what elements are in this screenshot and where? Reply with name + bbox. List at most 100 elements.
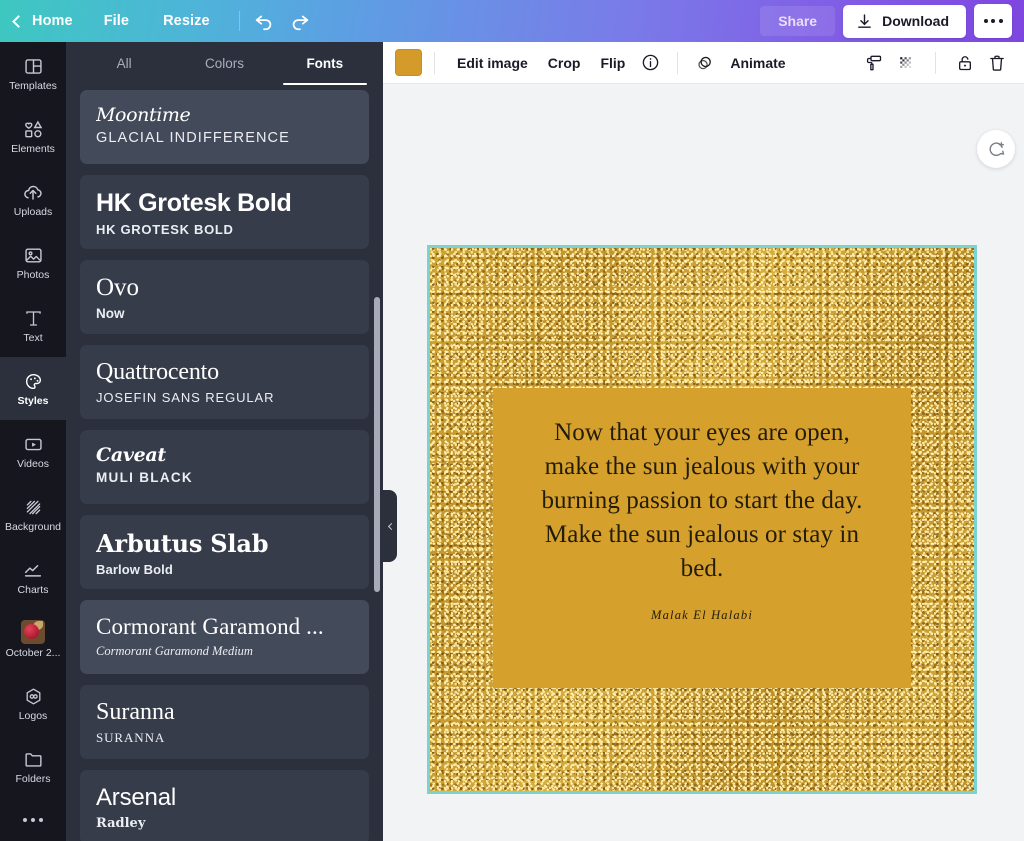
sidebar-item-october-folder[interactable]: October 2... — [0, 609, 66, 672]
artboard[interactable]: Now that your eyes are open, make the su… — [427, 245, 977, 794]
toolbar-divider — [677, 51, 679, 74]
sidebar-item-background[interactable]: Background — [0, 483, 66, 546]
font-card[interactable]: Moontime GLACIAL INDIFFERENCE — [80, 90, 369, 164]
crop-button[interactable]: Crop — [538, 49, 591, 77]
font-card-title: Arbutus Slab — [96, 529, 269, 558]
delete-button[interactable] — [982, 48, 1012, 78]
font-card-subtitle: Cormorant Garamond Medium — [96, 644, 253, 658]
sidebar-item-templates[interactable]: Templates — [0, 42, 66, 105]
header-right-group: Share Download — [760, 4, 1024, 38]
chevron-left-icon — [387, 522, 395, 530]
folders-icon — [23, 748, 44, 770]
ellipsis-dot — [31, 818, 35, 822]
animate-icon — [698, 56, 711, 70]
sidebar-item-text[interactable]: Text — [0, 294, 66, 357]
menu-file[interactable]: File — [87, 0, 146, 42]
add-comment-button[interactable] — [977, 130, 1015, 168]
sidebar-item-label: Styles — [17, 396, 49, 407]
ellipsis-dot — [23, 818, 27, 822]
font-card[interactable]: Cormorant Garamond ... Cormorant Garamon… — [80, 600, 369, 674]
sidebar-item-styles[interactable]: Styles — [0, 357, 66, 420]
font-card[interactable]: Arbutus Slab Barlow Bold — [80, 515, 369, 589]
info-button[interactable] — [635, 48, 665, 78]
left-rail: Templates Elements Uploads Photos Text S… — [0, 42, 66, 841]
sidebar-item-label: Elements — [11, 144, 55, 155]
quote-line: burning passion to start the day. — [541, 487, 863, 514]
menu-resize[interactable]: Resize — [146, 0, 227, 42]
font-card[interactable]: Suranna SURANNA — [80, 685, 369, 759]
trash-icon — [990, 55, 1004, 71]
redo-button[interactable] — [282, 3, 318, 39]
font-card-title: Quattrocento — [96, 359, 219, 385]
ellipsis-icon — [983, 19, 1003, 23]
canva-editor-window: Home File Resize Share Download Template… — [0, 0, 1024, 841]
font-card-title: Suranna — [96, 699, 175, 725]
sidebar-item-label: Background — [4, 522, 62, 533]
download-button[interactable]: Download — [843, 4, 966, 38]
copy-style-button[interactable] — [859, 48, 889, 78]
download-icon — [858, 13, 871, 28]
panel-collapse-handle[interactable] — [383, 490, 397, 562]
quote-line: make the sun jealous with your — [544, 453, 860, 480]
sidebar-item-label: Photos — [16, 270, 50, 281]
font-card-title: Moontime — [96, 104, 191, 126]
animate-button-icon[interactable] — [690, 48, 720, 78]
uploads-icon — [22, 181, 44, 203]
sidebar-item-elements[interactable]: Elements — [0, 105, 66, 168]
font-card[interactable]: Ovo Now — [80, 260, 369, 334]
charts-icon — [22, 559, 44, 581]
color-swatch-button[interactable] — [395, 49, 422, 76]
panel-scrollbar-thumb[interactable] — [374, 297, 380, 592]
transparency-button[interactable] — [891, 48, 921, 78]
sidebar-item-photos[interactable]: Photos — [0, 231, 66, 294]
share-button[interactable]: Share — [760, 6, 836, 36]
undo-button[interactable] — [246, 3, 282, 39]
quote-text-box[interactable]: Now that your eyes are open, make the su… — [493, 388, 911, 688]
templates-icon — [23, 55, 44, 77]
tab-colors[interactable]: Colors — [174, 42, 274, 85]
header-left-group: Home File Resize — [0, 0, 318, 42]
sidebar-item-logos[interactable]: Logos — [0, 672, 66, 735]
sidebar-item-uploads[interactable]: Uploads — [0, 168, 66, 231]
sidebar-item-label: Templates — [9, 81, 57, 92]
canvas-area[interactable]: Now that your eyes are open, make the su… — [383, 84, 1024, 841]
header-divider — [238, 11, 240, 31]
home-label: Home — [32, 13, 73, 29]
home-back-button[interactable]: Home — [0, 0, 87, 42]
pomegranate-thumbnail — [21, 620, 45, 644]
font-card-subtitle: GLACIAL INDIFFERENCE — [96, 130, 290, 146]
ellipsis-dot — [39, 818, 43, 822]
font-card[interactable]: Quattrocento JOSEFIN SANS REGULAR — [80, 345, 369, 419]
font-card-subtitle: SURANNA — [96, 730, 166, 745]
font-card[interactable]: Arsenal Radley — [80, 770, 369, 841]
paint-roller-icon — [866, 55, 882, 70]
editor-area: Edit image Crop Flip Animate Now that yo… — [383, 42, 1024, 841]
tab-fonts[interactable]: Fonts — [275, 42, 375, 85]
info-icon — [642, 54, 659, 71]
toolbar-divider — [935, 51, 936, 74]
font-card[interactable]: HK Grotesk Bold HK GROTESK BOLD — [80, 175, 369, 249]
animate-button[interactable]: Animate — [720, 49, 795, 77]
sidebar-item-videos[interactable]: Videos — [0, 420, 66, 483]
lock-button[interactable] — [950, 48, 980, 78]
font-card[interactable]: Caveat MULI BLACK — [80, 430, 369, 504]
flip-button[interactable]: Flip — [590, 49, 635, 77]
edit-image-button[interactable]: Edit image — [447, 49, 538, 77]
background-icon — [23, 496, 44, 518]
sidebar-item-label: Logos — [18, 711, 48, 722]
more-options-button[interactable] — [974, 4, 1012, 38]
quote-line: bed. — [680, 555, 724, 582]
tab-all[interactable]: All — [74, 42, 174, 85]
top-header-bar: Home File Resize Share Download — [0, 0, 1024, 42]
quote-line: Make the sun jealous or stay in — [544, 521, 860, 548]
rail-more-button[interactable] — [0, 798, 66, 841]
font-card-subtitle: Barlow Bold — [96, 562, 173, 577]
sidebar-item-charts[interactable]: Charts — [0, 546, 66, 609]
chevron-left-icon — [12, 14, 25, 28]
elements-icon — [23, 118, 44, 140]
sidebar-item-label: Folders — [15, 774, 51, 785]
videos-icon — [23, 433, 44, 455]
font-card-title: Arsenal — [96, 784, 176, 811]
font-card-subtitle: HK GROTESK BOLD — [96, 222, 234, 237]
sidebar-item-folders[interactable]: Folders — [0, 735, 66, 798]
